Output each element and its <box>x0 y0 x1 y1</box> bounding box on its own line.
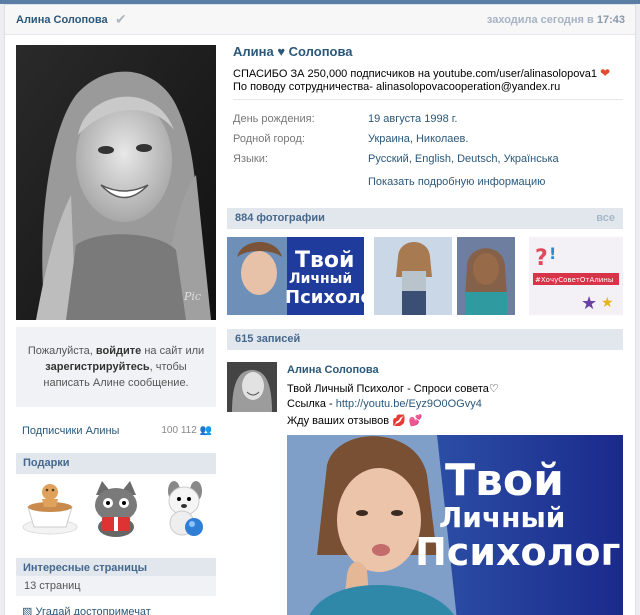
subscribers-label[interactable]: Подписчики Алины <box>22 425 119 437</box>
subscribers-row[interactable]: Подписчики Алины 100 112 👥 <box>22 425 212 441</box>
info-separator <box>233 99 623 100</box>
post-author-avatar[interactable] <box>227 362 277 412</box>
svg-text:!: ! <box>549 244 556 263</box>
post-text-line-3: Жду ваших отзывов 💋 💕 <box>287 415 423 427</box>
header-name[interactable]: Алина Солопова <box>16 14 108 26</box>
hearts-icon: 💕 <box>408 415 423 427</box>
profile-avatar[interactable]: Pic <box>16 45 216 320</box>
post-image[interactable]: Твой Личный Психолог <box>287 435 623 615</box>
gift-coffee-cup[interactable] <box>20 477 80 539</box>
login-prompt: Пожалуйста, войдите на сайт или зарегист… <box>16 327 216 407</box>
svg-text:#ХочуСоветОтАлины: #ХочуСоветОтАлины <box>535 276 613 284</box>
pages-first-item[interactable]: ▧ Угадай достопримечат <box>22 605 212 615</box>
birthday-link[interactable]: 19 августа 1998 г. <box>368 113 457 125</box>
info-hometown: Родной город: Украина, Николаев. <box>233 133 623 147</box>
svg-text:Личный: Личный <box>289 271 352 287</box>
svg-text:Психоло: Психоло <box>285 287 364 308</box>
gift-dog[interactable] <box>152 477 212 539</box>
svg-text:Психолог: Психолог <box>415 530 620 574</box>
languages-link[interactable]: Русский, English, Deutsch, Українська <box>368 153 559 165</box>
photo-thumb-1[interactable]: Твой Личный Психоло <box>227 237 364 315</box>
info-label: Языки: <box>233 153 268 165</box>
wall-header[interactable]: 615 записей <box>227 329 623 350</box>
status-line-1: СПАСИБО ЗА 250,000 подписчиков на youtub… <box>233 66 611 80</box>
photos-all-link[interactable]: все <box>596 212 615 224</box>
profile-name: Алина ♥ Солопова <box>233 44 353 59</box>
verified-check-icon: ✔ <box>115 11 127 27</box>
photos-header[interactable]: 884 фотографии все <box>227 208 623 229</box>
post-text-line-2: Ссылка - http://youtu.be/Eyz9O0OGvy4 <box>287 398 482 410</box>
info-birthday: День рождения: 19 августа 1998 г. <box>233 113 623 127</box>
profile-header: Алина Солопова ✔ заходила сегодня в 17:4… <box>5 5 635 35</box>
post-youtube-link[interactable]: http://youtu.be/Eyz9O0OGvy4 <box>336 398 482 410</box>
photo-thumb-3[interactable] <box>457 237 515 315</box>
svg-text:★: ★ <box>601 295 614 311</box>
post-author-name[interactable]: Алина Солопова <box>287 364 379 376</box>
svg-text:Pic: Pic <box>183 290 201 303</box>
show-more-info-link[interactable]: Показать подробную информацию <box>368 176 545 188</box>
kiss-icon: 💋 <box>392 415 406 427</box>
photo-thumb-4[interactable]: ? ! #ХочуСоветОтАлины ★ ★ <box>529 237 623 315</box>
page-thumb-icon: ▧ <box>22 606 33 615</box>
status-line-2: По поводу сотрудничества- alinasolopovac… <box>233 81 561 93</box>
svg-text:★: ★ <box>581 293 597 314</box>
online-status: заходила сегодня в 17:43 <box>486 14 625 26</box>
post-text-line-1: Твой Личный Психолог - Спроси совета♡ <box>287 383 499 395</box>
hometown-link[interactable]: Украина, Николаев. <box>368 133 468 145</box>
svg-text:?: ? <box>535 246 548 271</box>
profile-page: Алина Солопова ✔ заходила сегодня в 17:4… <box>4 4 636 615</box>
pages-count[interactable]: 13 страниц <box>16 576 216 596</box>
people-icon: 👥 <box>199 425 212 436</box>
subscribers-count: 100 112 👥 <box>161 425 212 436</box>
register-link[interactable]: зарегистрируйтесь <box>45 361 149 373</box>
heart-icon: ❤ <box>600 66 611 80</box>
gifts-list <box>16 477 216 547</box>
photo-thumb-2[interactable] <box>374 237 452 315</box>
gift-cat[interactable] <box>86 477 146 539</box>
info-label: День рождения: <box>233 113 315 125</box>
login-link[interactable]: войдите <box>96 345 141 357</box>
gifts-header[interactable]: Подарки <box>16 453 216 474</box>
info-label: Родной город: <box>233 133 305 145</box>
svg-text:Твой: Твой <box>445 455 564 506</box>
svg-text:Твой: Твой <box>295 248 354 273</box>
info-languages: Языки: Русский, English, Deutsch, Україн… <box>233 153 623 167</box>
